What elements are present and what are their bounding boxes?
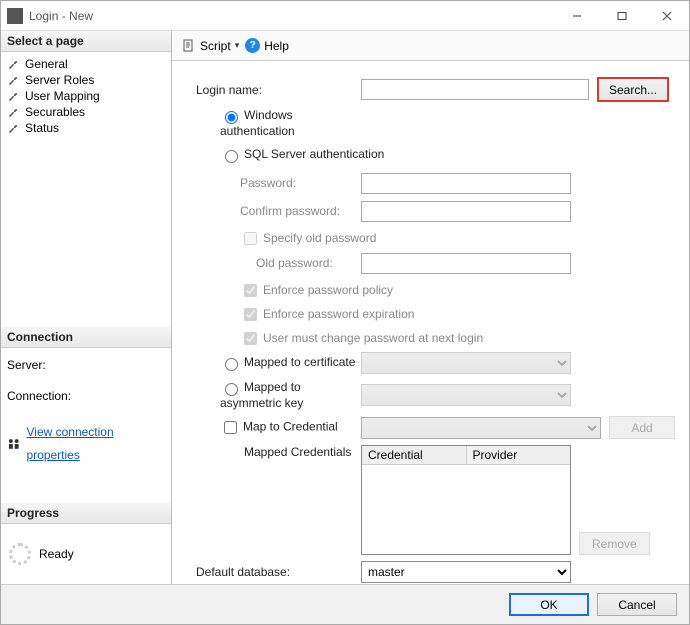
wrench-icon	[7, 73, 21, 87]
app-icon	[7, 8, 23, 24]
close-button[interactable]	[644, 1, 689, 30]
login-new-dialog: Login - New Select a page General Server…	[0, 0, 690, 625]
wrench-icon	[7, 89, 21, 103]
default-db-select[interactable]: master	[361, 561, 571, 583]
connection-label: Connection:	[7, 385, 165, 408]
add-button: Add	[609, 416, 675, 439]
map-cred-option[interactable]: Map to Credential	[196, 418, 361, 437]
progress-panel: Ready	[1, 524, 171, 584]
progress-status: Ready	[39, 547, 74, 561]
specify-old-row: Specify old password	[196, 228, 675, 248]
page-general[interactable]: General	[3, 56, 169, 72]
password-label: Password:	[196, 176, 361, 190]
must-change-row: User must change password at next login	[196, 328, 675, 348]
page-server-roles[interactable]: Server Roles	[3, 72, 169, 88]
sidebar: Select a page General Server Roles User …	[1, 31, 172, 584]
enforce-exp-checkbox	[244, 308, 257, 321]
minimize-button[interactable]	[554, 1, 599, 30]
must-change-checkbox	[244, 332, 257, 345]
mapped-creds-label: Mapped Credentials	[196, 445, 361, 459]
confirm-password-input	[361, 201, 571, 222]
content-area: Script ▾ ? Help Login name: Search... Wi…	[172, 31, 689, 584]
old-password-input	[361, 253, 571, 274]
mapped-cert-radio[interactable]	[225, 358, 238, 371]
wrench-icon	[7, 121, 21, 135]
col-credential: Credential	[362, 446, 467, 464]
help-icon: ?	[245, 38, 260, 53]
mapped-asym-option[interactable]: Mapped to asymmetric key	[196, 380, 361, 410]
connection-icon	[7, 437, 20, 451]
password-input	[361, 173, 571, 194]
caret-down-icon: ▾	[235, 40, 240, 51]
windows-auth-option[interactable]: Windows authentication	[196, 108, 361, 138]
script-button[interactable]: Script ▾	[182, 39, 239, 53]
view-connection-link[interactable]: View connection properties	[26, 421, 165, 467]
map-cred-checkbox[interactable]	[224, 421, 237, 434]
page-securables[interactable]: Securables	[3, 104, 169, 120]
enforce-policy-checkbox	[244, 284, 257, 297]
login-name-label: Login name:	[196, 83, 361, 97]
col-provider: Provider	[467, 446, 571, 464]
connection-header: Connection	[1, 327, 171, 348]
cancel-button[interactable]: Cancel	[597, 593, 677, 616]
login-name-input[interactable]	[361, 79, 589, 100]
mapped-cert-select	[361, 352, 571, 374]
map-cred-select	[361, 417, 601, 439]
maximize-button[interactable]	[599, 1, 644, 30]
form: Login name: Search... Windows authentica…	[172, 61, 689, 584]
specify-old-checkbox	[244, 232, 257, 245]
sql-auth-radio[interactable]	[225, 150, 238, 163]
old-password-label: Old password:	[196, 256, 361, 270]
dialog-footer: OK Cancel	[1, 584, 689, 624]
wrench-icon	[7, 105, 21, 119]
content-toolbar: Script ▾ ? Help	[172, 31, 689, 61]
mapped-asym-radio[interactable]	[225, 383, 238, 396]
sql-auth-option[interactable]: SQL Server authentication	[196, 147, 384, 163]
script-icon	[182, 39, 196, 53]
window-title: Login - New	[29, 9, 554, 23]
progress-header: Progress	[1, 503, 171, 524]
mapped-creds-table[interactable]: Credential Provider	[361, 445, 571, 555]
connection-panel: Server: Connection: View connection prop…	[1, 348, 171, 479]
page-status[interactable]: Status	[3, 120, 169, 136]
mapped-cert-option[interactable]: Mapped to certificate	[196, 355, 361, 371]
titlebar: Login - New	[1, 1, 689, 31]
remove-button: Remove	[579, 532, 650, 555]
mapped-asym-select	[361, 384, 571, 406]
help-button[interactable]: ? Help	[245, 38, 289, 53]
enforce-exp-row: Enforce password expiration	[196, 304, 675, 324]
select-page-header: Select a page	[1, 31, 171, 52]
page-list: General Server Roles User Mapping Secura…	[1, 52, 171, 140]
confirm-password-label: Confirm password:	[196, 204, 361, 218]
ok-button[interactable]: OK	[509, 593, 589, 616]
wrench-icon	[7, 57, 21, 71]
windows-auth-radio[interactable]	[225, 111, 238, 124]
search-button[interactable]: Search...	[597, 77, 669, 102]
default-db-label: Default database:	[196, 565, 361, 579]
page-user-mapping[interactable]: User Mapping	[3, 88, 169, 104]
server-label: Server:	[7, 354, 165, 377]
spinner-icon	[9, 543, 31, 565]
enforce-policy-row: Enforce password policy	[196, 280, 675, 300]
